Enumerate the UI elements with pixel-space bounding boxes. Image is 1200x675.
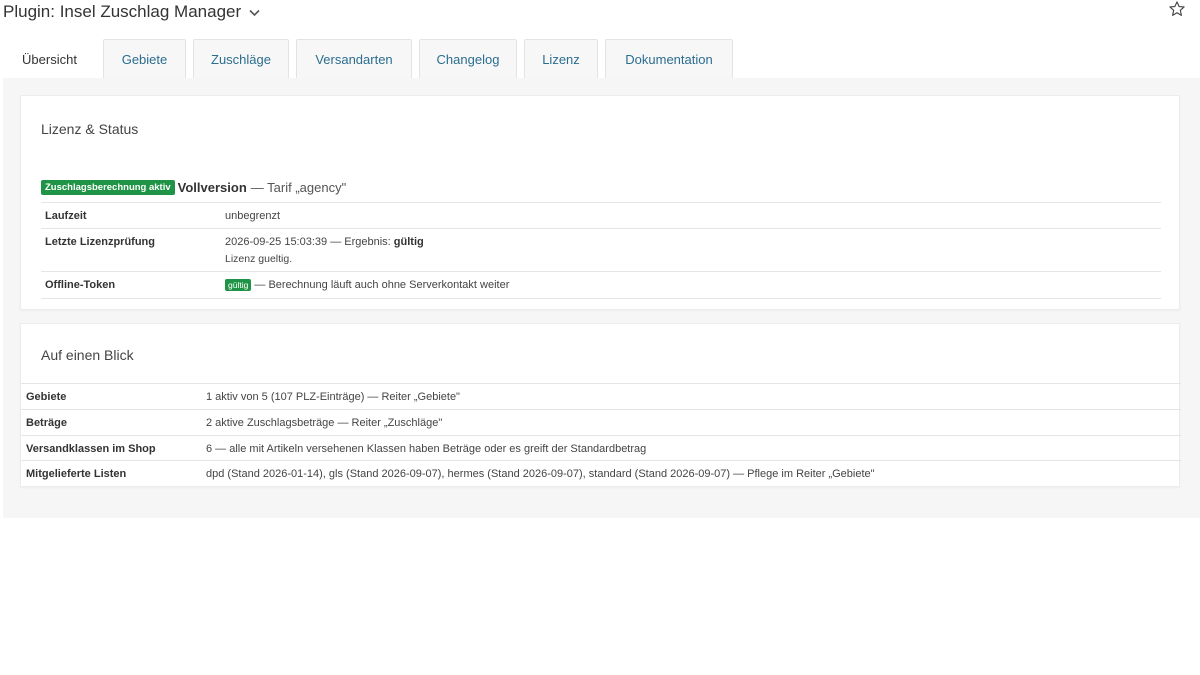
- status-badge: Zuschlagsberechnung aktiv: [41, 180, 175, 195]
- plugin-title-dropdown[interactable]: Plugin: Insel Zuschlag Manager: [3, 2, 260, 22]
- row-key: Gebiete: [26, 391, 67, 403]
- tab-uebersicht[interactable]: Übersicht: [3, 39, 96, 78]
- tab-gebiete[interactable]: Gebiete: [103, 39, 186, 78]
- license-table: Laufzeit unbegrenzt Letzte Lizenzprüfung…: [41, 202, 1161, 299]
- page-header: Plugin: Insel Zuschlag Manager: [0, 0, 1200, 38]
- table-row: Gebiete 1 aktiv von 5 (107 PLZ-Einträge)…: [21, 383, 1181, 409]
- table-row: Beträge 2 aktive Zuschlagsbeträge — Reit…: [21, 409, 1181, 435]
- row-value: gültig — Berechnung läuft auch ohne Serv…: [225, 279, 509, 291]
- overview-card: Auf einen Blick Gebiete 1 aktiv von 5 (1…: [20, 323, 1181, 487]
- table-row: Laufzeit unbegrenzt: [41, 202, 1161, 228]
- overview-table: Gebiete 1 aktiv von 5 (107 PLZ-Einträge)…: [21, 383, 1181, 486]
- row-key: Versandklassen im Shop: [26, 443, 156, 455]
- row-value: unbegrenzt: [225, 210, 281, 222]
- chevron-down-icon: [249, 6, 260, 20]
- row-key: Offline-Token: [45, 279, 116, 291]
- table-row: Mitgelieferte Listen dpd (Stand 2026-01-…: [21, 460, 1181, 486]
- tab-dokumentation[interactable]: Dokumentation: [605, 39, 733, 78]
- license-version: Vollversion: [177, 180, 247, 195]
- page-title: Plugin: Insel Zuschlag Manager: [3, 2, 242, 21]
- row-key: Mitgelieferte Listen: [26, 468, 127, 480]
- tab-lizenz[interactable]: Lizenz: [524, 39, 598, 78]
- star-icon[interactable]: [1168, 0, 1186, 23]
- table-row: Versandklassen im Shop 6 — alle mit Arti…: [21, 435, 1181, 460]
- row-value: 6 — alle mit Artikeln versehenen Klassen…: [206, 443, 647, 455]
- license-status-line: Zuschlagsberechnung aktiv Vollversion — …: [41, 180, 346, 195]
- row-subtext: Lizenz gueltig.: [225, 253, 293, 265]
- check-result: gültig: [393, 236, 424, 248]
- card-title: Auf einen Blick: [41, 347, 134, 363]
- card-title: Lizenz & Status: [41, 121, 139, 137]
- tab-versandarten[interactable]: Versandarten: [296, 39, 412, 78]
- table-row: Letzte Lizenzprüfung 2026-09-25 15:03:39…: [41, 228, 1161, 271]
- row-key: Beträge: [26, 417, 67, 429]
- tab-bar: Übersicht Gebiete Zuschläge Versandarten…: [3, 39, 740, 78]
- tab-changelog[interactable]: Changelog: [419, 39, 517, 78]
- tab-zuschlaege[interactable]: Zuschläge: [193, 39, 289, 78]
- license-tarif: — Tarif „agency": [250, 180, 347, 195]
- row-value: 2 aktive Zuschlagsbeträge — Reiter „Zusc…: [206, 417, 443, 429]
- license-status-card: Lizenz & Status Zuschlagsberechnung akti…: [20, 95, 1180, 310]
- row-key: Letzte Lizenzprüfung: [45, 236, 155, 248]
- status-badge: gültig: [225, 279, 252, 291]
- table-row: Offline-Token gültig — Berechnung läuft …: [41, 271, 1161, 299]
- row-value: dpd (Stand 2026-01-14), gls (Stand 2026-…: [206, 468, 875, 480]
- row-key: Laufzeit: [45, 210, 87, 222]
- row-value: 1 aktiv von 5 (107 PLZ-Einträge) — Reite…: [206, 391, 460, 403]
- row-value: 2026-09-25 15:03:39 — Ergebnis: gültig: [225, 236, 424, 248]
